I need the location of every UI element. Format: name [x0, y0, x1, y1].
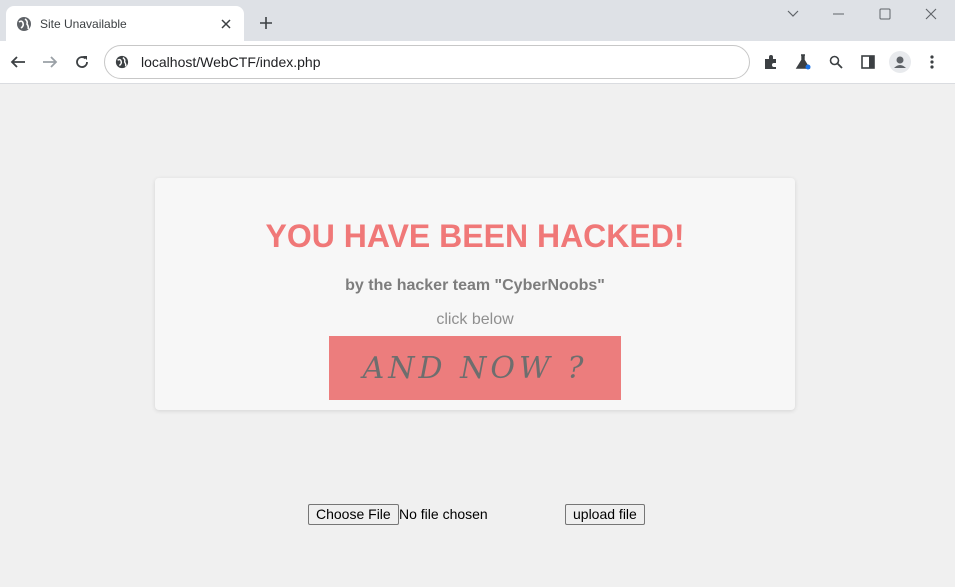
choose-file-button[interactable]: Choose File	[308, 504, 399, 525]
minimize-icon[interactable]	[816, 2, 862, 26]
hacked-card: YOU HAVE BEEN HACKED! by the hacker team…	[155, 178, 795, 410]
byline-text: by the hacker team "CyberNoobs"	[345, 277, 605, 294]
maximize-icon[interactable]	[862, 2, 908, 26]
avatar-icon[interactable]	[887, 49, 913, 75]
site-info-icon[interactable]	[115, 55, 129, 69]
flask-icon[interactable]	[790, 49, 816, 75]
chevron-down-icon[interactable]	[770, 2, 816, 26]
browser-toolbar: localhost/WebCTF/index.php	[0, 41, 955, 84]
click-hint: click below	[436, 311, 514, 328]
plus-icon[interactable]	[255, 12, 277, 34]
window-close-icon[interactable]	[908, 2, 954, 26]
reload-icon[interactable]	[67, 47, 97, 77]
side-panel-icon[interactable]	[855, 49, 881, 75]
kebab-menu-icon[interactable]	[919, 49, 945, 75]
close-icon[interactable]	[218, 16, 234, 32]
file-status: No file chosen	[399, 506, 488, 522]
tab-strip: Site Unavailable	[0, 0, 955, 41]
globe-icon	[16, 16, 32, 32]
url-text: localhost/WebCTF/index.php	[141, 54, 321, 70]
address-bar[interactable]: localhost/WebCTF/index.php	[104, 45, 750, 79]
arrow-left-icon[interactable]	[3, 47, 33, 77]
upload-file-button[interactable]: upload file	[565, 504, 645, 525]
search-icon[interactable]	[823, 49, 849, 75]
tab-title: Site Unavailable	[40, 16, 127, 31]
page-content: YOU HAVE BEEN HACKED! by the hacker team…	[0, 84, 955, 587]
puzzle-icon[interactable]	[758, 49, 784, 75]
browser-tab[interactable]: Site Unavailable	[6, 6, 244, 41]
and-now-button[interactable]: AND NOW ?	[329, 336, 621, 400]
page-title: YOU HAVE BEEN HACKED!	[265, 218, 685, 254]
arrow-right-icon[interactable]	[35, 47, 65, 77]
